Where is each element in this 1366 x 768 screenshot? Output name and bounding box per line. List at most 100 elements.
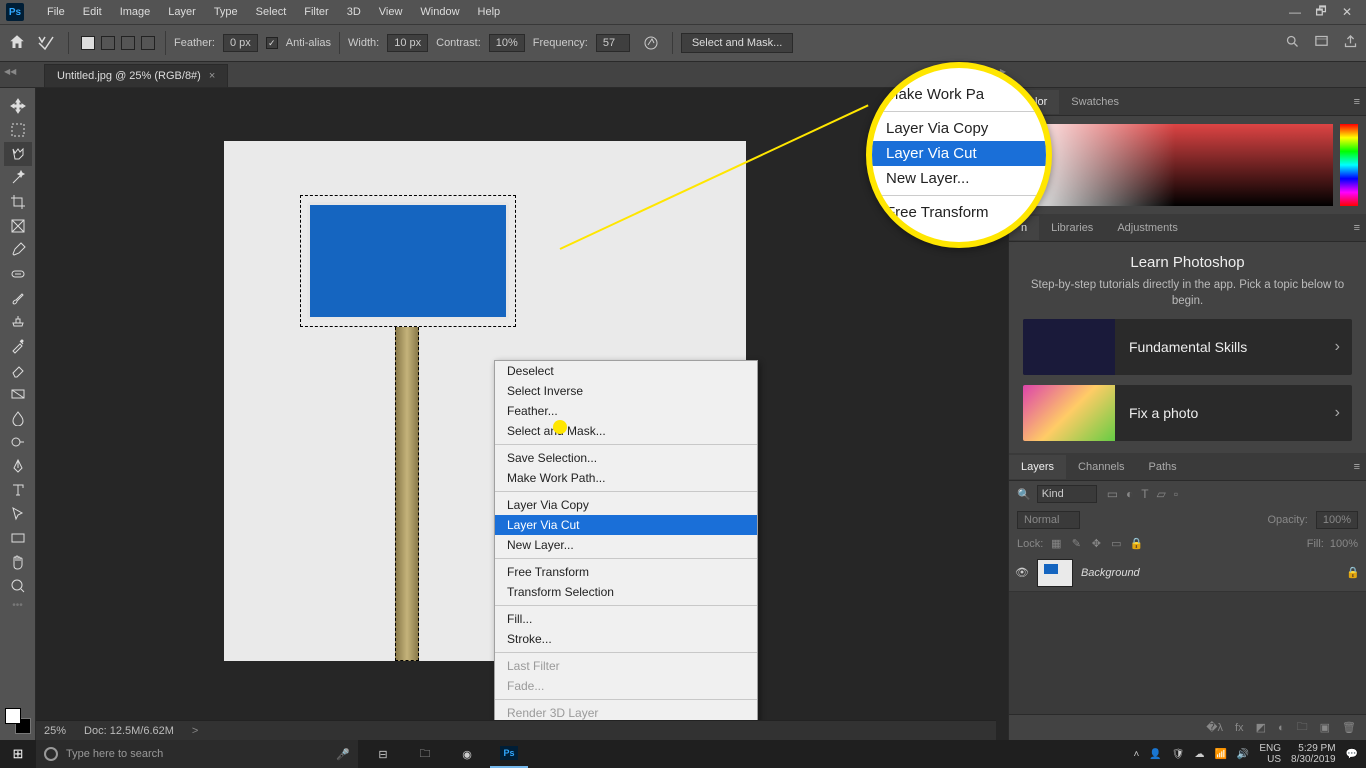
menu-layer[interactable]: Layer: [159, 3, 205, 21]
selection-add-icon[interactable]: [101, 36, 115, 50]
marquee-tool[interactable]: [4, 118, 32, 142]
filter-shape-icon[interactable]: ▱: [1157, 487, 1166, 501]
selection-new-icon[interactable]: [81, 36, 95, 50]
group-icon[interactable]: 🗀: [1297, 718, 1308, 737]
menu-image[interactable]: Image: [111, 3, 160, 21]
document-tab-close[interactable]: ×: [209, 70, 215, 82]
dodge-tool[interactable]: [4, 430, 32, 454]
new-layer-icon[interactable]: ▣: [1320, 721, 1330, 734]
toolbox-more-icon[interactable]: •••: [12, 600, 23, 611]
tab-layers[interactable]: Layers: [1009, 455, 1066, 479]
workspace-icon[interactable]: [1314, 34, 1329, 52]
lock-all-icon[interactable]: 🔒: [1129, 537, 1143, 550]
tray-clock[interactable]: 5:29 PM8/30/2019: [1291, 743, 1336, 765]
ctx-select-inverse[interactable]: Select Inverse: [495, 381, 757, 401]
hand-tool[interactable]: [4, 550, 32, 574]
window-minimize[interactable]: —: [1282, 5, 1308, 19]
tab-swatches[interactable]: Swatches: [1059, 90, 1131, 114]
width-value[interactable]: 10 px: [387, 34, 428, 52]
filter-type-icon[interactable]: T: [1141, 487, 1148, 501]
lock-paint-icon[interactable]: ✎: [1069, 537, 1083, 550]
menu-help[interactable]: Help: [469, 3, 510, 21]
learn-card-fundamental[interactable]: Fundamental Skills ›: [1023, 319, 1352, 375]
home-icon[interactable]: [8, 33, 26, 54]
status-arrow-icon[interactable]: >: [192, 725, 198, 737]
tray-people-icon[interactable]: 👤: [1149, 749, 1161, 760]
lock-position-icon[interactable]: ✥: [1089, 537, 1103, 550]
ctx-new-layer[interactable]: New Layer...: [495, 535, 757, 555]
search-icon[interactable]: 🔍: [1017, 488, 1031, 501]
window-restore[interactable]: 🗗: [1308, 2, 1334, 23]
notifications-icon[interactable]: 💬: [1346, 749, 1358, 760]
pen-pressure-icon[interactable]: [638, 32, 664, 54]
collapse-toolbar-icon[interactable]: ◀◀: [4, 67, 16, 76]
menu-window[interactable]: Window: [411, 3, 468, 21]
tray-volume-icon[interactable]: 🔊: [1237, 749, 1249, 760]
chrome-icon[interactable]: ◉: [448, 740, 486, 768]
eyedropper-tool[interactable]: [4, 238, 32, 262]
layer-filter-kind[interactable]: [1037, 485, 1097, 503]
doc-size[interactable]: Doc: 12.5M/6.62M: [84, 725, 174, 737]
layer-mask-icon[interactable]: ◩: [1256, 721, 1266, 734]
delete-layer-icon[interactable]: 🗑: [1342, 721, 1356, 734]
panel-menu-icon[interactable]: ≡: [1354, 222, 1360, 234]
task-view-icon[interactable]: ⊟: [364, 740, 402, 768]
feather-value[interactable]: 0 px: [223, 34, 258, 52]
learn-card-fixphoto[interactable]: Fix a photo ›: [1023, 385, 1352, 441]
menu-type[interactable]: Type: [205, 3, 247, 21]
tool-preset-icon[interactable]: [34, 32, 60, 54]
contrast-value[interactable]: 10%: [489, 34, 525, 52]
layer-fx-icon[interactable]: fx: [1235, 722, 1244, 734]
search-icon[interactable]: [1285, 34, 1300, 52]
foreground-color[interactable]: [5, 708, 21, 724]
share-icon[interactable]: [1343, 34, 1358, 52]
filter-adjust-icon[interactable]: ◐: [1126, 487, 1133, 501]
lasso-tool[interactable]: [4, 142, 32, 166]
menu-filter[interactable]: Filter: [295, 3, 337, 21]
blur-tool[interactable]: [4, 406, 32, 430]
adjustment-layer-icon[interactable]: ◐: [1278, 722, 1285, 734]
menu-edit[interactable]: Edit: [74, 3, 111, 21]
ctx-layer-via-cut[interactable]: Layer Via Cut: [495, 515, 757, 535]
document-tab[interactable]: Untitled.jpg @ 25% (RGB/8#) ×: [44, 64, 228, 87]
tray-language[interactable]: ENGUS: [1259, 743, 1281, 765]
edit-toolbar-icon[interactable]: [4, 611, 32, 635]
color-field[interactable]: [1017, 124, 1333, 206]
filter-pixel-icon[interactable]: ▭: [1107, 487, 1118, 501]
ctx-layer-via-copy[interactable]: Layer Via Copy: [495, 495, 757, 515]
magic-wand-tool[interactable]: [4, 166, 32, 190]
path-select-tool[interactable]: [4, 502, 32, 526]
antialias-checkbox[interactable]: ✓: [266, 37, 278, 49]
selection-intersect-icon[interactable]: [141, 36, 155, 50]
ctx-select-and-mask[interactable]: Select and Mask...: [495, 421, 757, 441]
tray-chevron-icon[interactable]: ˄: [1133, 749, 1139, 760]
ctx-deselect[interactable]: Deselect: [495, 361, 757, 381]
canvas-area[interactable]: Deselect Select Inverse Feather... Selec…: [36, 88, 1008, 740]
healing-brush-tool[interactable]: [4, 262, 32, 286]
photoshop-taskbar-icon[interactable]: Ps: [490, 740, 528, 768]
tab-adjustments[interactable]: Adjustments: [1105, 216, 1190, 240]
selection-subtract-icon[interactable]: [121, 36, 135, 50]
ctx-fill[interactable]: Fill...: [495, 609, 757, 629]
mic-icon[interactable]: 🎤: [336, 748, 350, 761]
file-explorer-icon[interactable]: 🗀: [406, 740, 444, 768]
crop-tool[interactable]: [4, 190, 32, 214]
history-brush-tool[interactable]: [4, 334, 32, 358]
tab-paths[interactable]: Paths: [1137, 455, 1189, 479]
link-layers-icon[interactable]: �λ: [1206, 721, 1223, 734]
menu-view[interactable]: View: [370, 3, 412, 21]
eraser-tool[interactable]: [4, 358, 32, 382]
blend-mode-dropdown[interactable]: Normal: [1017, 511, 1080, 529]
start-button[interactable]: ⊞: [0, 746, 36, 762]
panel-menu-icon[interactable]: ≡: [1354, 96, 1360, 108]
zoom-tool[interactable]: [4, 574, 32, 598]
ctx-free-transform[interactable]: Free Transform: [495, 562, 757, 582]
tab-libraries[interactable]: Libraries: [1039, 216, 1105, 240]
frequency-value[interactable]: 57: [596, 34, 630, 52]
tray-cloud-icon[interactable]: ☁: [1194, 749, 1204, 760]
opacity-value[interactable]: 100%: [1316, 511, 1358, 529]
fill-value[interactable]: 100%: [1330, 538, 1358, 550]
ctx-save-selection[interactable]: Save Selection...: [495, 448, 757, 468]
ctx-make-work-path[interactable]: Make Work Path...: [495, 468, 757, 488]
menu-3d[interactable]: 3D: [338, 3, 370, 21]
